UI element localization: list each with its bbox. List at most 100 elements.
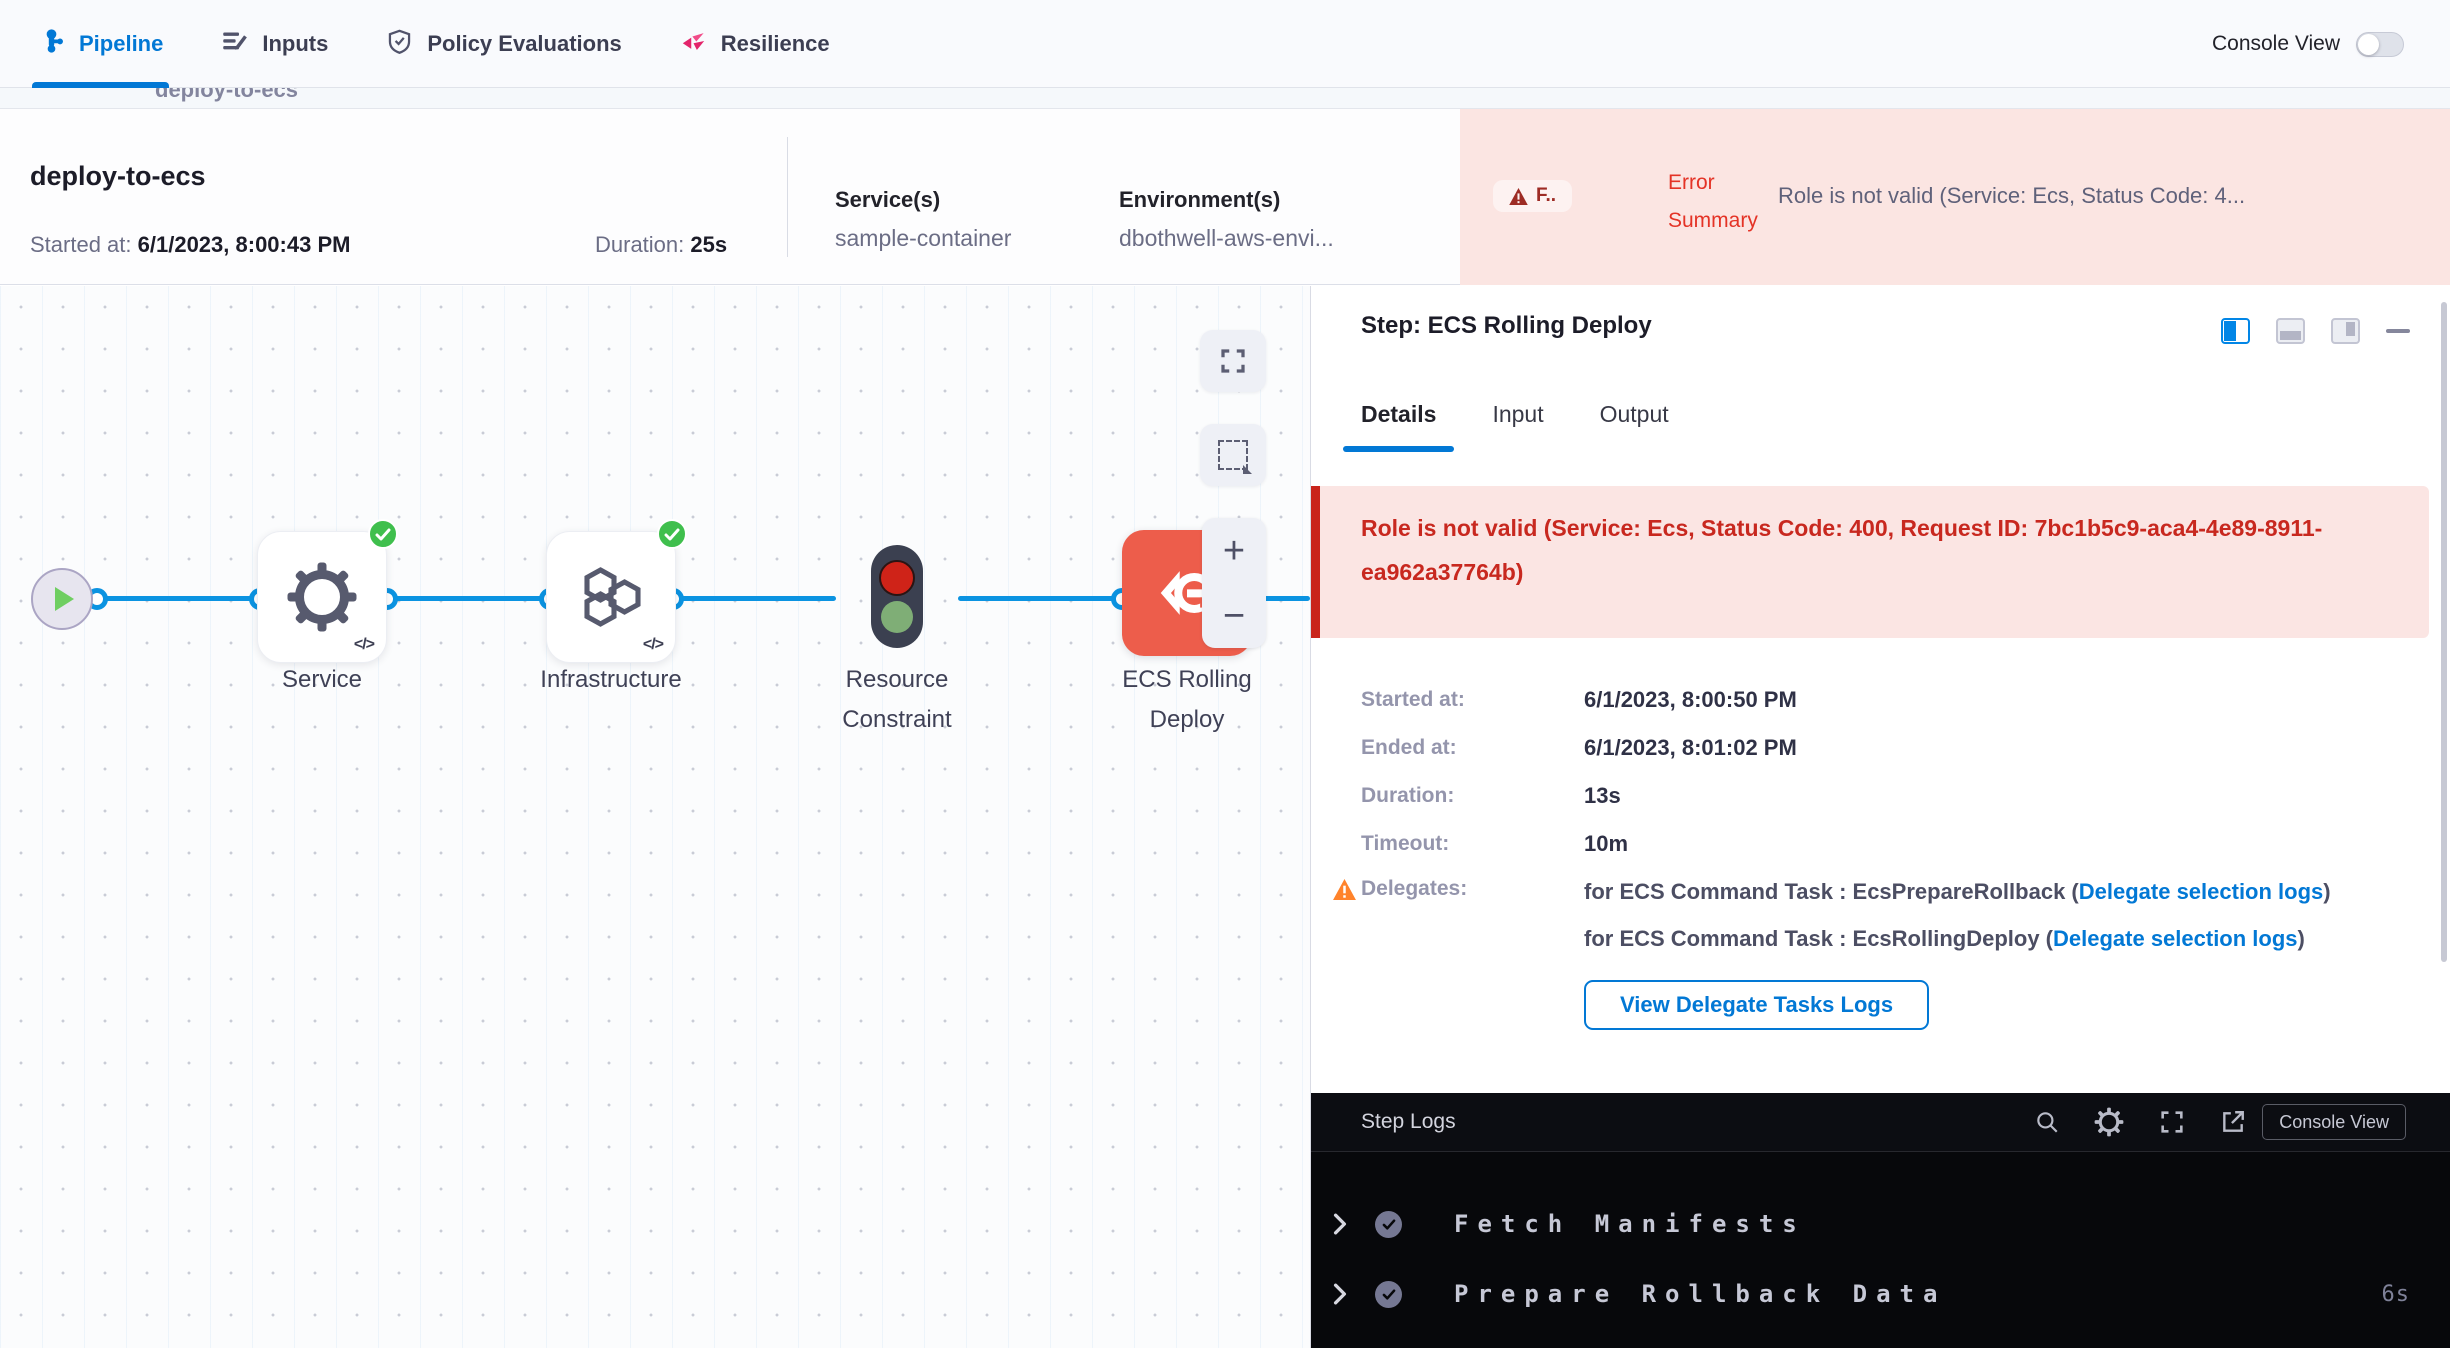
tab-resilience[interactable]: Resilience	[680, 0, 830, 88]
code-glyph: </>	[354, 636, 374, 654]
canvas-fullscreen-button[interactable]	[1200, 330, 1266, 392]
canvas-marquee-select-button[interactable]	[1200, 424, 1266, 486]
pipeline-icon	[38, 28, 65, 61]
log-section-title: Fetch Manifests	[1454, 1210, 1806, 1238]
services-block: Service(s) sample-container	[835, 187, 1011, 252]
error-summary-text: Role is not valid (Service: Ecs, Status …	[1778, 183, 2443, 209]
log-toolbar	[2034, 1107, 2246, 1137]
log-section-duration: 6s	[2382, 1282, 2411, 1307]
tab-input[interactable]: Input	[1492, 401, 1543, 452]
code-glyph: </>	[643, 636, 663, 654]
field-row-ended: Ended at: 6/1/2023, 8:01:02 PM	[1311, 724, 2411, 772]
duration: Duration: 25s	[595, 232, 727, 258]
error-summary-label: Error Summary	[1668, 164, 1783, 240]
field-row-timeout: Timeout: 10m	[1311, 820, 2411, 868]
services-label: Service(s)	[835, 187, 1011, 213]
step-panel-tabs: Details Input Output	[1361, 401, 1669, 452]
environments-value[interactable]: dbothwell-aws-envi...	[1119, 225, 1334, 252]
chevron-right-icon[interactable]	[1333, 1283, 1347, 1305]
search-icon[interactable]	[2034, 1109, 2060, 1135]
edge-service-infrastructure	[387, 596, 552, 601]
execution-title: deploy-to-ecs	[30, 161, 206, 192]
traffic-light-red	[879, 560, 915, 596]
duration-value: 25s	[690, 232, 727, 257]
step-logs-header: Step Logs Console View	[1311, 1093, 2450, 1152]
logs-console-view-button[interactable]: Console View	[2262, 1104, 2406, 1140]
service-success-badge	[368, 519, 398, 549]
warning-icon	[1509, 188, 1528, 205]
traffic-light-green	[881, 601, 913, 633]
node-label-resource-constraint: Resource Constraint	[797, 660, 997, 740]
zoom-out-button[interactable]: −	[1223, 597, 1245, 635]
gear-icon	[286, 561, 358, 633]
node-label-ecs-rolling-deploy: ECS Rolling Deploy	[1087, 660, 1287, 740]
warning-icon	[1333, 879, 1356, 900]
marquee-select-icon	[1218, 440, 1248, 470]
tab-label: Inputs	[262, 31, 328, 57]
open-in-new-tab-icon[interactable]	[2220, 1109, 2246, 1135]
failed-status-text: F..	[1536, 185, 1556, 207]
layout-right-icon[interactable]	[2331, 318, 2360, 344]
tab-pipeline[interactable]: Pipeline	[38, 0, 163, 88]
layout-split-icon[interactable]	[2221, 318, 2250, 344]
step-logs-body: Fetch Manifests Prepare Rollback Data 6s	[1311, 1152, 2450, 1348]
failed-status-badge[interactable]: F..	[1493, 180, 1572, 212]
fullscreen-icon	[1217, 346, 1249, 376]
console-view-toggle[interactable]	[2356, 32, 2404, 57]
view-delegate-tasks-logs-button[interactable]: View Delegate Tasks Logs	[1584, 980, 1929, 1030]
started-at-value: 6/1/2023, 8:00:43 PM	[138, 232, 351, 257]
tab-policy-evaluations[interactable]: Policy Evaluations	[386, 0, 621, 88]
delegate-selection-logs-link[interactable]: Delegate selection logs	[2053, 926, 2298, 951]
success-check-icon	[1375, 1281, 1402, 1308]
tab-label: Resilience	[721, 31, 830, 57]
field-label: Ended at:	[1361, 736, 1457, 760]
chevron-right-icon[interactable]	[1333, 1213, 1347, 1235]
success-check-icon	[1375, 1211, 1402, 1238]
expand-logs-icon[interactable]	[2158, 1108, 2186, 1136]
shield-check-icon	[386, 28, 413, 61]
layout-bottom-icon[interactable]	[2276, 318, 2305, 344]
start-node[interactable]	[31, 568, 93, 630]
panel-scrollbar[interactable]	[2441, 302, 2447, 962]
services-value[interactable]: sample-container	[835, 225, 1011, 252]
node-label-service: Service	[242, 660, 402, 700]
log-section-row[interactable]: Fetch Manifests	[1311, 1204, 2450, 1244]
step-error-banner: Role is not valid (Service: Ecs, Status …	[1311, 486, 2429, 638]
label-line2: Deploy	[1087, 700, 1287, 740]
active-tab-underline	[32, 82, 169, 88]
node-resource-constraint[interactable]	[871, 545, 923, 648]
field-value: 6/1/2023, 8:00:50 PM	[1584, 687, 1797, 713]
toggle-knob	[2358, 34, 2379, 55]
edge-constraint-ecs	[958, 596, 1124, 601]
zoom-in-button[interactable]: +	[1223, 532, 1245, 570]
play-icon	[55, 587, 74, 611]
hexagons-icon	[575, 561, 647, 633]
field-label: Duration:	[1361, 784, 1454, 808]
edge-start-service	[95, 596, 262, 601]
delegate-item: for ECS Command Task : EcsRollingDeploy …	[1584, 923, 2396, 954]
node-service[interactable]: </>	[257, 531, 387, 663]
infrastructure-success-badge	[657, 519, 687, 549]
tab-details[interactable]: Details	[1361, 401, 1436, 452]
delegate-task-text: for ECS Command Task : EcsRollingDeploy …	[1584, 926, 2053, 951]
tab-output[interactable]: Output	[1600, 401, 1669, 452]
field-row-duration: Duration: 13s	[1311, 772, 2411, 820]
edge-infrastructure-constraint	[673, 596, 836, 601]
pipeline-canvas[interactable]: </> Service </> Infrastructure Resource …	[0, 286, 1310, 1348]
duration-label: Duration:	[595, 232, 684, 257]
field-value: 10m	[1584, 831, 1628, 857]
panel-layout-controls	[2221, 318, 2410, 344]
minimize-panel-icon[interactable]	[2386, 329, 2410, 333]
label-line1: ECS Rolling	[1087, 660, 1287, 700]
node-infrastructure[interactable]: </>	[546, 531, 676, 663]
delegate-selection-logs-link[interactable]: Delegate selection logs	[2079, 879, 2324, 904]
log-section-title: Prepare Rollback Data	[1454, 1280, 1946, 1308]
tab-inputs[interactable]: Inputs	[221, 0, 328, 88]
step-error-text: Role is not valid (Service: Ecs, Status …	[1361, 507, 2371, 594]
delegate-task-text: for ECS Command Task : EcsPrepareRollbac…	[1584, 879, 2079, 904]
delegate-task-suffix: )	[2323, 879, 2330, 904]
gear-icon[interactable]	[2094, 1107, 2124, 1137]
log-section-row[interactable]: Prepare Rollback Data 6s	[1311, 1274, 2450, 1314]
field-value: 6/1/2023, 8:01:02 PM	[1584, 735, 1797, 761]
console-view-label: Console View	[2212, 32, 2340, 56]
